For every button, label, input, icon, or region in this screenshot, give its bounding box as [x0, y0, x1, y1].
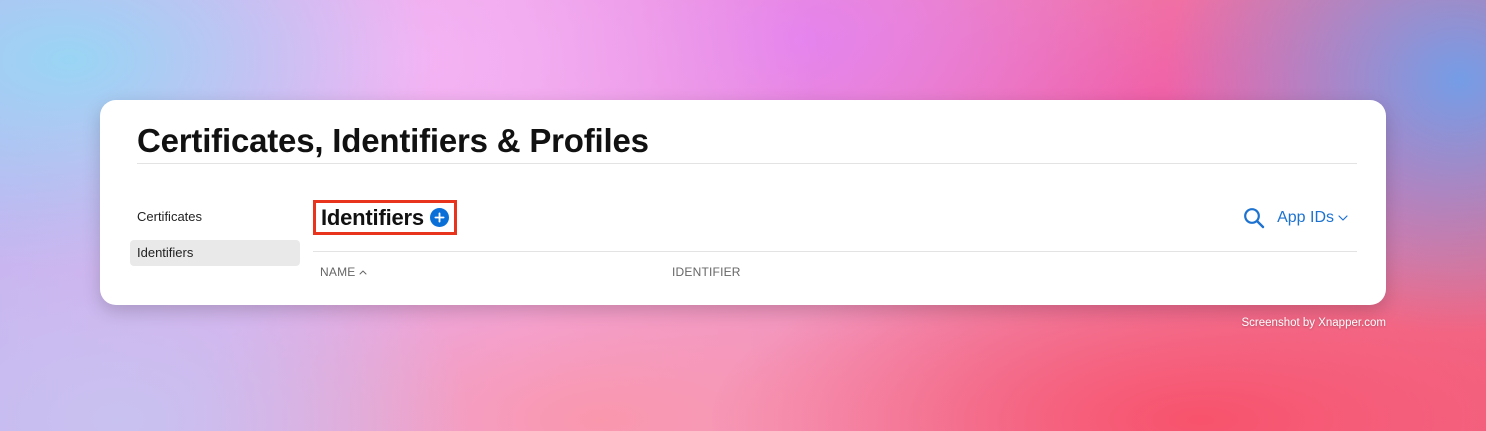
search-button[interactable] — [1243, 207, 1265, 229]
column-header-identifier-label: IDENTIFIER — [672, 265, 741, 279]
app-ids-dropdown-label: App IDs — [1277, 209, 1334, 226]
main-card: Certificates, Identifiers & Profiles Cer… — [100, 100, 1386, 305]
sidebar-item-identifiers[interactable]: Identifiers — [130, 240, 300, 266]
search-icon — [1244, 208, 1265, 229]
column-header-name[interactable]: NAME — [320, 265, 367, 279]
column-header-identifier[interactable]: IDENTIFIER — [672, 265, 741, 279]
column-header-name-label: NAME — [320, 265, 356, 279]
section-title: Identifiers — [321, 204, 424, 230]
section-header-highlight: Identifiers — [313, 200, 457, 235]
add-identifier-button[interactable] — [429, 208, 449, 227]
page-title: Certificates, Identifiers & Profiles — [137, 122, 649, 159]
sort-ascending-icon — [359, 270, 367, 275]
section-divider — [313, 251, 1357, 252]
title-divider — [137, 163, 1357, 164]
app-ids-dropdown[interactable]: App IDs — [1277, 209, 1348, 227]
sidebar-item-certificates[interactable]: Certificates — [130, 204, 300, 230]
plus-circle-icon — [434, 212, 445, 223]
header-tools: App IDs — [1243, 205, 1348, 231]
sidebar: Certificates Identifiers — [130, 204, 300, 276]
watermark: Screenshot by Xnapper.com — [1241, 317, 1386, 329]
chevron-down-icon — [1338, 215, 1348, 221]
